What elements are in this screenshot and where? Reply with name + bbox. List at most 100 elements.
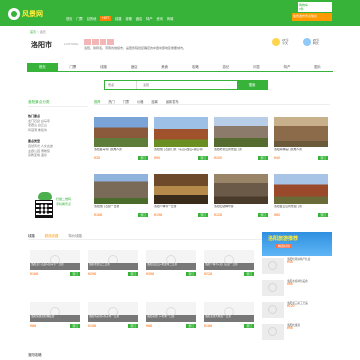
book-button[interactable]: 预订 — [186, 324, 196, 328]
attraction-card[interactable]: 洛阳老君山风景区门票 ¥100 预订 — [214, 117, 268, 163]
route-card[interactable]: 洛阳老君山二日游 ¥298 预订 — [88, 250, 138, 288]
route-name[interactable]: 洛阳丽景门+老城一日游 — [146, 315, 196, 322]
route-name[interactable]: 洛阳白云山+重渡沟二日游 — [146, 263, 196, 270]
recommend-item[interactable]: 洛阳唐三彩工艺品 ¥120 — [262, 302, 332, 318]
route-name[interactable]: 洛阳龙潭大峡谷一日游 — [204, 315, 254, 322]
route-card[interactable]: 洛阳白云山+重渡沟二日游 ¥398 预订 — [146, 250, 196, 288]
book-button[interactable]: 预订 — [258, 156, 268, 160]
attraction-photo[interactable] — [154, 117, 208, 147]
attraction-photo[interactable] — [94, 174, 148, 204]
search-button[interactable]: 搜索 — [237, 81, 267, 89]
sidebar-link-row[interactable]: 宗教圣地 温泉 — [28, 153, 88, 158]
attraction-card[interactable]: 洛阳白马寺门票成人票 ¥35 预订 — [94, 117, 148, 163]
attraction-name[interactable]: 洛阳龙门石窟一日游 — [94, 205, 148, 212]
book-button[interactable]: 预订 — [318, 213, 328, 217]
route-card[interactable]: 洛阳隋唐洛阳城夜游 ¥88 预订 — [30, 302, 80, 340]
tab-hotels[interactable]: 酒店 — [119, 63, 150, 71]
tab-guides[interactable]: 攻略 — [180, 63, 211, 71]
book-button[interactable]: 预订 — [198, 213, 208, 217]
tab-tickets[interactable]: 门票 — [58, 63, 89, 71]
nav-item-destination[interactable]: 目的地 — [87, 16, 97, 21]
book-button[interactable]: 预订 — [318, 156, 328, 160]
book-button[interactable]: 预订 — [138, 156, 148, 160]
nav-item-guides[interactable]: 攻略 — [125, 16, 131, 21]
recommend-photo-placeholder[interactable] — [262, 302, 284, 318]
book-button[interactable]: 预订 — [70, 272, 80, 276]
route-name[interactable]: 洛阳少林寺+龙门石窟一日游 — [204, 263, 254, 270]
sidebar-link-row[interactable]: 鸡冠洞 重渡沟 — [28, 128, 88, 133]
tab-photos[interactable]: 图片 — [302, 63, 333, 71]
attraction-card[interactable]: 洛阳关林庙门票成人票 ¥40 预订 — [274, 117, 328, 163]
promo-banner[interactable]: 洛阳旅游推荐 精选好货 — [262, 232, 332, 256]
search-category-select[interactable]: 景点 — [105, 81, 137, 89]
tab-food[interactable]: 美食 — [149, 63, 180, 71]
attraction-photo[interactable] — [274, 174, 328, 204]
recommend-item[interactable]: 洛阳水席特色美食 ¥58 — [262, 280, 332, 296]
attraction-photo[interactable] — [214, 174, 268, 204]
filter-latest[interactable]: 最新发布 — [166, 99, 179, 104]
book-button[interactable]: 预订 — [138, 213, 148, 217]
search-input[interactable] — [137, 81, 237, 89]
tab-travelogues[interactable]: 游记 — [211, 63, 242, 71]
attraction-name[interactable]: 洛阳老君山风景区门票 — [214, 148, 268, 155]
attraction-card[interactable]: 洛阳少林寺一日游 ¥198 预订 — [154, 174, 208, 220]
tab-routes[interactable]: 线路 — [88, 63, 119, 71]
tab-home[interactable]: 首页 — [27, 63, 58, 71]
route-name[interactable]: 洛阳龙门石窟+白马寺一日游 — [30, 263, 80, 270]
attraction-name[interactable]: 洛阳白马寺门票成人票 — [94, 148, 148, 155]
attraction-name[interactable]: 洛阳少林寺一日游 — [154, 205, 208, 212]
breadcrumb-home[interactable]: 首页 — [30, 30, 36, 34]
route-card[interactable]: 洛阳鸡冠洞+养子沟一日游 ¥158 预订 — [88, 302, 138, 340]
nav-item-mall[interactable]: 商城 — [167, 16, 173, 21]
cart-button[interactable]: 购物车 0件 — [298, 2, 332, 12]
recommend-photo-placeholder[interactable] — [262, 258, 284, 274]
book-button[interactable]: 预订 — [128, 324, 138, 328]
tab-specialty[interactable]: 特产 — [272, 63, 303, 71]
breadcrumb-city[interactable]: 洛阳 — [39, 30, 45, 34]
route-name[interactable]: 洛阳鸡冠洞+养子沟一日游 — [88, 315, 138, 322]
attraction-photo[interactable] — [214, 117, 268, 147]
route-card[interactable]: 洛阳龙门石窟+白马寺一日游 ¥168 预订 — [30, 250, 80, 288]
attraction-card[interactable]: 洛阳白云山风景区门票 ¥80 预订 — [274, 174, 328, 220]
filter-price[interactable]: 价格 — [137, 99, 143, 104]
filter-tickets[interactable]: 门票 — [123, 99, 129, 104]
tab-featured-routes[interactable]: 精选线路 — [45, 233, 59, 238]
recommend-photo-placeholder[interactable] — [262, 324, 284, 340]
nav-item-routes[interactable]: 线路 — [115, 16, 121, 21]
book-button[interactable]: 预订 — [70, 324, 80, 328]
nav-item-home[interactable]: 首页 — [66, 16, 72, 21]
attraction-name[interactable]: 洛阳关林庙门票成人票 — [274, 148, 328, 155]
book-button[interactable]: 预订 — [128, 272, 138, 276]
attraction-photo[interactable] — [154, 174, 208, 204]
route-name[interactable]: 洛阳隋唐洛阳城夜游 — [30, 315, 80, 322]
book-button[interactable]: 预订 — [244, 272, 254, 276]
filter-recommended[interactable]: 推荐 — [94, 99, 100, 104]
nav-item-specialty[interactable]: 特产 — [146, 16, 152, 21]
filter-distance[interactable]: 距离 — [152, 99, 158, 104]
route-card[interactable]: 洛阳少林寺+龙门石窟一日游 ¥228 预订 — [204, 250, 254, 288]
publish-promo-button[interactable]: 免费发布景点信息 — [292, 13, 332, 21]
tab-qa[interactable]: 问答 — [241, 63, 272, 71]
attraction-card[interactable]: 洛阳龙门石窟一日游 ¥168 预订 — [94, 174, 148, 220]
nav-item-tickets[interactable]: 门票 — [76, 16, 82, 21]
attraction-name[interactable]: 洛阳龙门石窟门票（东山+西山+香山寺） — [154, 148, 208, 155]
attraction-card[interactable]: 洛阳龙门石窟门票（东山+西山+香山寺） ¥90 预订 — [154, 117, 208, 163]
route-name[interactable]: 洛阳老君山二日游 — [88, 263, 138, 270]
recommend-photo-placeholder[interactable] — [262, 280, 284, 296]
filter-popular[interactable]: 热门 — [108, 99, 114, 104]
attraction-name[interactable]: 洛阳石窟精华游 — [214, 205, 268, 212]
tab-special-routes[interactable]: 特价线路 — [68, 233, 82, 238]
attraction-photo[interactable] — [94, 117, 148, 147]
nav-item-news[interactable]: 资讯 — [157, 16, 163, 21]
attraction-photo[interactable] — [274, 117, 328, 147]
book-button[interactable]: 预订 — [258, 213, 268, 217]
nav-item-hotels[interactable]: 酒店 — [136, 16, 142, 21]
attraction-card[interactable]: 洛阳石窟精华游 ¥128 预订 — [214, 174, 268, 220]
book-button[interactable]: 预订 — [186, 272, 196, 276]
recommend-item[interactable]: 洛阳杜康酒 ¥98 — [262, 324, 332, 340]
recommend-item[interactable]: 洛阳牡丹饼特产礼盒 ¥45 — [262, 258, 332, 274]
route-card[interactable]: 洛阳丽景门+老城一日游 ¥68 预订 — [146, 302, 196, 340]
site-logo[interactable]: 风景网 — [8, 7, 64, 20]
route-card[interactable]: 洛阳龙潭大峡谷一日游 ¥188 预订 — [204, 302, 254, 340]
book-button[interactable]: 预订 — [198, 156, 208, 160]
